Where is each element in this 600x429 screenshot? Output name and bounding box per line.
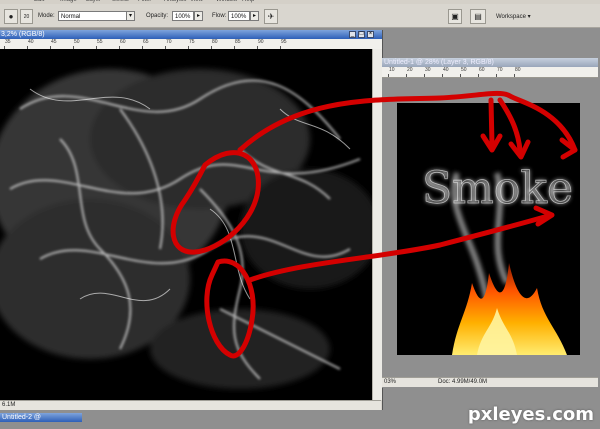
annotation-arrow-top [237, 90, 578, 153]
annotation-loop-lower [204, 258, 256, 359]
watermark: pxleyes.com [467, 404, 594, 425]
red-annotation-overlay [170, 90, 578, 359]
annotation-arrow-bottom [247, 213, 551, 283]
annotation-loop-upper [170, 150, 261, 255]
